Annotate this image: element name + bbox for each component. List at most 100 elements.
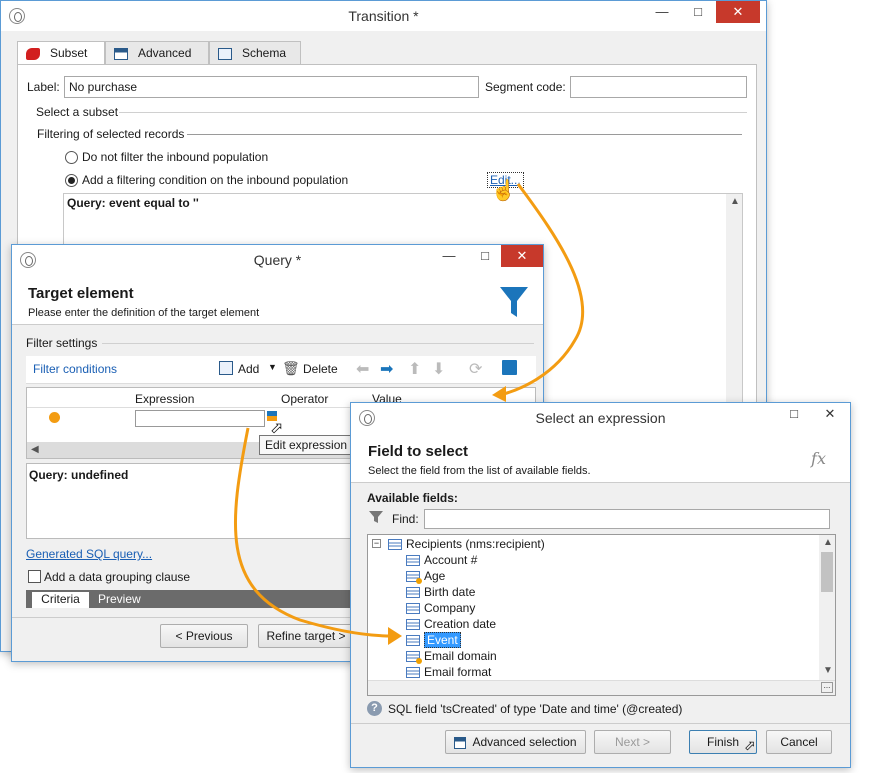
select-expression-footer-line — [351, 723, 850, 724]
add-icon[interactable] — [219, 361, 233, 375]
field-age[interactable]: Age — [406, 568, 445, 585]
computed-field-icon — [406, 651, 422, 665]
filter-toolbar: Filter conditions Add ▼ 🗑 Delete ⬅ ➡ ⬆ ⬇… — [26, 356, 536, 384]
transition-query-text: Query: event equal to '' — [67, 196, 199, 210]
field-select-desc: Select the field from the list of availa… — [368, 465, 591, 477]
minimize-button[interactable]: — — [646, 1, 678, 23]
close-button[interactable]: ✕ — [501, 245, 543, 267]
arrow-up-icon[interactable]: ⬆ — [408, 359, 421, 379]
fx-icon: fx — [811, 449, 826, 468]
condition-status-icon — [49, 412, 60, 423]
cancel-button[interactable]: Cancel — [766, 730, 832, 754]
tab-subset[interactable]: Subset — [17, 41, 105, 65]
scroll-up-icon[interactable]: ▲ — [730, 196, 740, 207]
scroll-left-icon[interactable]: ◀ — [31, 444, 39, 455]
close-button[interactable]: ✕ — [716, 1, 760, 23]
scroll-down-icon[interactable]: ▼ — [823, 665, 833, 676]
tree-hscroll[interactable]: ... — [368, 680, 835, 695]
refine-target-button[interactable]: Refine target > — [258, 624, 354, 648]
maximize-button[interactable]: □ — [469, 245, 501, 267]
label-input[interactable]: No purchase — [64, 76, 479, 98]
tab-advanced[interactable]: Advanced — [105, 41, 209, 65]
query-header-desc: Please enter the definition of the targe… — [28, 307, 260, 319]
refresh-icon[interactable]: ⟳ — [469, 359, 482, 379]
fields-tree: − Recipients (nms:recipient) Account # A… — [367, 534, 836, 696]
grouping-label: Add a data grouping clause — [44, 570, 191, 584]
previous-button[interactable]: < Previous — [160, 624, 248, 648]
tab-preview[interactable]: Preview — [98, 592, 141, 607]
field-email-format[interactable]: Email format — [406, 664, 491, 680]
filter-icon — [369, 511, 383, 523]
field-account[interactable]: Account # — [406, 552, 477, 568]
table-icon — [388, 539, 402, 551]
advanced-selection-button[interactable]: Advanced selection — [445, 730, 586, 754]
field-creation-date[interactable]: Creation date — [406, 616, 496, 632]
field-icon — [406, 587, 420, 599]
edit-expression-tooltip: Edit expression — [259, 435, 354, 455]
available-fields-label: Available fields: — [367, 491, 458, 505]
sql-field-info: SQL field 'tsCreated' of type 'Date and … — [388, 702, 683, 716]
scroll-up-icon[interactable]: ▲ — [823, 537, 833, 548]
field-birth-date[interactable]: Birth date — [406, 584, 475, 600]
funnel-icon — [500, 287, 528, 317]
field-company[interactable]: Company — [406, 600, 475, 616]
maximize-button[interactable]: □ — [778, 403, 810, 425]
field-email-domain[interactable]: Email domain — [406, 648, 497, 665]
generated-sql-link[interactable]: Generated SQL query... — [26, 547, 152, 561]
select-subset-heading: Select a subset — [36, 105, 119, 119]
query-result-text: Query: undefined — [29, 468, 129, 482]
field-select-title: Field to select — [368, 443, 469, 460]
select-expression-titlebar: Select an expression □ ✕ — [351, 403, 850, 433]
filter-conditions-link[interactable]: Filter conditions — [33, 362, 117, 376]
arrow-right-icon[interactable]: ➡ — [380, 359, 393, 379]
close-icon[interactable]: ✕ — [814, 403, 846, 425]
collapse-icon[interactable]: − — [372, 539, 381, 548]
radio-add-filter[interactable] — [65, 174, 78, 187]
select-expression-title: Select an expression — [535, 410, 666, 426]
save-icon[interactable] — [502, 360, 517, 375]
field-icon — [406, 603, 420, 615]
segment-caption: Segment code: — [485, 80, 566, 94]
scroll-thumb[interactable] — [821, 552, 833, 592]
field-event-selected[interactable]: Event — [406, 632, 461, 648]
find-input[interactable] — [424, 509, 830, 529]
more-icon[interactable]: ... — [821, 682, 833, 693]
subset-icon — [26, 47, 40, 60]
radio-no-filter-label: Do not filter the inbound population — [82, 150, 269, 164]
tree-scrollbar[interactable]: ▲ ▼ — [819, 535, 835, 680]
radio-add-filter-label: Add a filtering condition on the inbound… — [82, 173, 349, 187]
next-button[interactable]: Next > — [594, 730, 671, 754]
tree-root[interactable]: Recipients (nms:recipient) — [388, 536, 545, 552]
label-caption: Label: — [27, 80, 60, 94]
select-expression-window: Select an expression □ ✕ Field to select… — [350, 402, 851, 768]
arrow-left-icon[interactable]: ⬅ — [356, 359, 369, 379]
field-icon — [406, 667, 420, 679]
query-header-title: Target element — [28, 285, 134, 302]
filtering-heading: Filtering of selected records — [37, 127, 185, 141]
select-expression-header: Field to select Select the field from th… — [351, 433, 850, 483]
pointer-cursor-icon: ⬀ — [744, 737, 756, 753]
help-icon: ? — [367, 701, 382, 716]
arrow-down-icon[interactable]: ⬇ — [432, 359, 445, 379]
hand-cursor-icon: ☝ — [491, 180, 516, 202]
calendar-icon — [114, 47, 128, 60]
add-button[interactable]: Add — [238, 362, 259, 376]
query-titlebar: Query * — □ ✕ — [12, 245, 543, 275]
schema-icon — [218, 47, 232, 60]
delete-button[interactable]: Delete — [303, 362, 338, 376]
delete-icon[interactable]: 🗑 — [282, 360, 300, 377]
grouping-checkbox[interactable] — [28, 570, 41, 583]
maximize-button[interactable]: □ — [682, 1, 714, 23]
expression-cell[interactable] — [135, 410, 265, 427]
add-dropdown-icon[interactable]: ▼ — [268, 362, 277, 372]
tab-schema[interactable]: Schema — [209, 41, 301, 65]
minimize-button[interactable]: — — [433, 245, 465, 267]
col-expression: Expression — [135, 392, 195, 406]
calendar-icon — [454, 736, 467, 749]
radio-no-filter[interactable] — [65, 151, 78, 164]
pointer-cursor-icon: ⬀ — [270, 420, 284, 437]
field-icon — [406, 555, 420, 567]
segment-input[interactable] — [570, 76, 747, 98]
filtering-divider — [187, 134, 742, 135]
tab-criteria[interactable]: Criteria — [32, 592, 89, 608]
